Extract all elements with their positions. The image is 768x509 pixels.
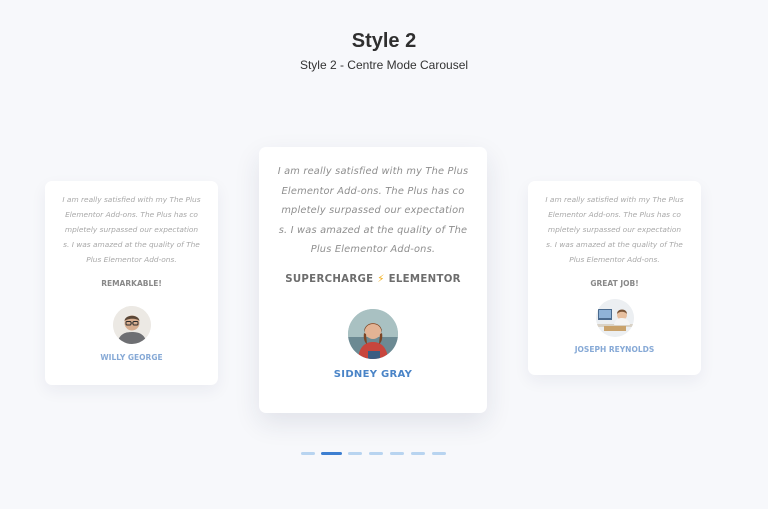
tag-text-left: SUPERCHARGE — [285, 273, 374, 285]
pagination-dot-1[interactable] — [301, 452, 315, 455]
quote-line: mpletely surpassed our expectation — [547, 225, 682, 234]
pagination-dot-7[interactable] — [432, 452, 446, 455]
person-glasses-avatar — [112, 306, 151, 344]
quote-line: I am really satisfied with my The Plus — [62, 195, 201, 204]
quote-line: s. I was amazed at the quality of The — [546, 240, 683, 249]
pagination-dot-3[interactable] — [348, 452, 362, 455]
quote-line: Elementor Add-ons. The Plus has co — [548, 210, 681, 219]
pagination-dot-2-active[interactable] — [321, 452, 342, 455]
person-at-desk-avatar — [595, 299, 634, 337]
pagination-dot-6[interactable] — [411, 452, 425, 455]
quote-line: I am really satisfied with my The Plus — [545, 195, 684, 204]
quote-line: Elementor Add-ons. The Plus has co — [65, 210, 198, 219]
testimonial-name: WILLY GEORGE — [100, 353, 163, 362]
quote-line: Plus Elementor Add-ons. — [310, 244, 436, 255]
page-title: Style 2 — [351, 30, 417, 52]
lightning-icon: ⚡ — [377, 273, 385, 285]
quote-line: I am really satisfied with my The Plus — [277, 166, 469, 177]
quote-line: mpletely surpassed our expectation — [64, 225, 199, 234]
quote-line: s. I was amazed at the quality of The — [278, 224, 468, 236]
testimonial-tag: GREAT JOB! — [590, 279, 639, 288]
testimonial-card-center[interactable]: I am really satisfied with my The Plus E… — [259, 147, 487, 413]
testimonial-quote: I am really satisfied with my The Plus E… — [58, 192, 206, 267]
quote-line: Plus Elementor Add-ons. — [86, 255, 177, 264]
pagination-dot-4[interactable] — [369, 452, 383, 455]
tag-text-right: ELEMENTOR — [388, 273, 461, 285]
quote-line: mpletely surpassed our expectation — [281, 205, 465, 216]
pagination-dot-5[interactable] — [390, 452, 404, 455]
woman-red-shirt-avatar — [348, 308, 398, 359]
testimonial-name: JOSEPH REYNOLDS — [574, 345, 655, 354]
testimonial-quote: I am really satisfied with my The Plus E… — [541, 192, 689, 267]
testimonial-card-left[interactable]: I am really satisfied with my The Plus E… — [45, 181, 218, 385]
page-subtitle: Style 2 - Centre Mode Carousel — [299, 58, 469, 72]
testimonial-quote: I am really satisfied with my The Plus E… — [274, 162, 472, 260]
quote-line: s. I was amazed at the quality of The — [63, 240, 200, 249]
testimonial-name: SIDNEY GRAY — [333, 368, 413, 380]
testimonial-card-right[interactable]: I am really satisfied with my The Plus E… — [528, 181, 701, 375]
testimonial-tag: SUPERCHARGE ⚡ ELEMENTOR — [259, 274, 487, 285]
quote-line: Elementor Add-ons. The Plus has co — [281, 185, 465, 197]
quote-line: Plus Elementor Add-ons. — [569, 255, 660, 264]
testimonial-tag: REMARKABLE! — [101, 279, 162, 288]
